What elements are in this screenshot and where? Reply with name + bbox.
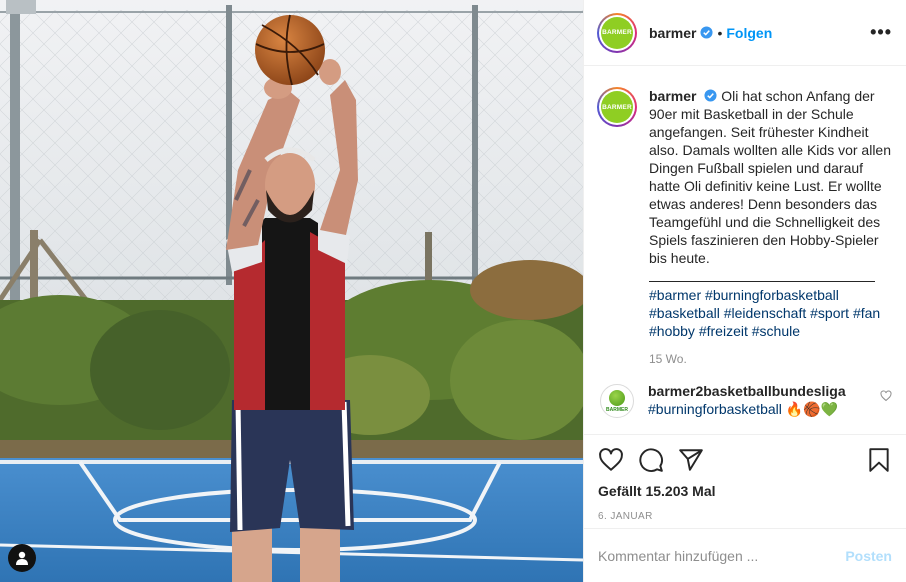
basketball-logo-icon: [609, 389, 625, 406]
post-photo[interactable]: [0, 0, 583, 582]
barmer-logo: BARMER: [601, 16, 633, 49]
hashtag-link[interactable]: #sport: [810, 305, 849, 321]
barmer-logo: BARMER: [601, 91, 633, 123]
commenter-username[interactable]: barmer2basketballbundesliga: [648, 383, 846, 399]
tagged-users-button[interactable]: [8, 544, 36, 572]
share-icon[interactable]: [678, 447, 704, 473]
hashtag-link[interactable]: #hobby: [649, 323, 695, 339]
hashtag-link[interactable]: #freizeit: [699, 323, 748, 339]
comment-item: BARMER barmer2basketballbundesliga #burn…: [597, 382, 892, 418]
account-username[interactable]: barmer: [649, 25, 696, 41]
post-actions: Gefällt 15.203 Mal 6. JANUAR: [584, 434, 906, 529]
caption-divider: [649, 281, 875, 282]
hashtag-link[interactable]: #schule: [752, 323, 800, 339]
account-avatar[interactable]: BARMER: [597, 12, 637, 53]
like-comment-heart-icon[interactable]: [880, 390, 892, 402]
caption-timestamp[interactable]: 15 Wo.: [649, 350, 891, 368]
verified-badge-icon: [704, 89, 717, 102]
like-count[interactable]: Gefällt 15.203 Mal: [598, 483, 892, 499]
comment-composer: Posten: [584, 528, 906, 582]
more-options-button[interactable]: •••: [870, 22, 892, 43]
follow-button[interactable]: Folgen: [726, 25, 772, 41]
heart-icon[interactable]: [598, 447, 624, 473]
comment-body: barmer2basketballbundesliga #burningforb…: [648, 382, 880, 418]
caption-text: Oli hat schon Anfang der 90er mit Basket…: [649, 88, 891, 266]
comment-emoji: 🔥🏀💚: [785, 401, 839, 417]
post-side-panel: BARMER barmer • Folgen ••• BARMER barmer: [583, 0, 906, 582]
comments-section[interactable]: BARMER barmer Oli hat schon Anfang der 9…: [584, 67, 906, 434]
user-icon: [16, 551, 28, 565]
commenter-avatar[interactable]: BARMER: [600, 384, 634, 418]
bookmark-icon[interactable]: [866, 447, 892, 473]
hashtag-link[interactable]: #basketball: [649, 305, 720, 321]
post-date[interactable]: 6. JANUAR: [598, 511, 892, 522]
separator-dot: •: [717, 24, 723, 41]
comment-icon[interactable]: [638, 447, 664, 473]
avatar-ring-inner: BARMER: [599, 14, 635, 51]
action-icon-row: [598, 447, 892, 473]
hashtag-link[interactable]: #fan: [853, 305, 880, 321]
caption-hashtags: #barmer #burningforbasketball #basketbal…: [649, 286, 891, 340]
commenter-logo-text: BARMER: [606, 406, 628, 413]
comment-hashtag[interactable]: #burningforbasketball: [648, 401, 782, 417]
post-header: BARMER barmer • Folgen •••: [584, 0, 906, 66]
post-comment-button[interactable]: Posten: [845, 548, 892, 564]
basketball-player-photo: [0, 0, 583, 582]
caption: BARMER barmer Oli hat schon Anfang der 9…: [597, 87, 892, 368]
hashtag-link[interactable]: #leidenschaft: [724, 305, 807, 321]
comment-input[interactable]: [598, 547, 846, 564]
caption-avatar[interactable]: BARMER: [597, 87, 637, 127]
caption-username[interactable]: barmer: [649, 88, 696, 104]
hashtag-link[interactable]: #burningforbasketball: [705, 287, 839, 303]
hashtag-link[interactable]: #barmer: [649, 287, 701, 303]
avatar-ring-inner: BARMER: [599, 89, 635, 125]
caption-body: barmer Oli hat schon Anfang der 90er mit…: [649, 87, 891, 368]
verified-badge-icon: [700, 26, 714, 39]
